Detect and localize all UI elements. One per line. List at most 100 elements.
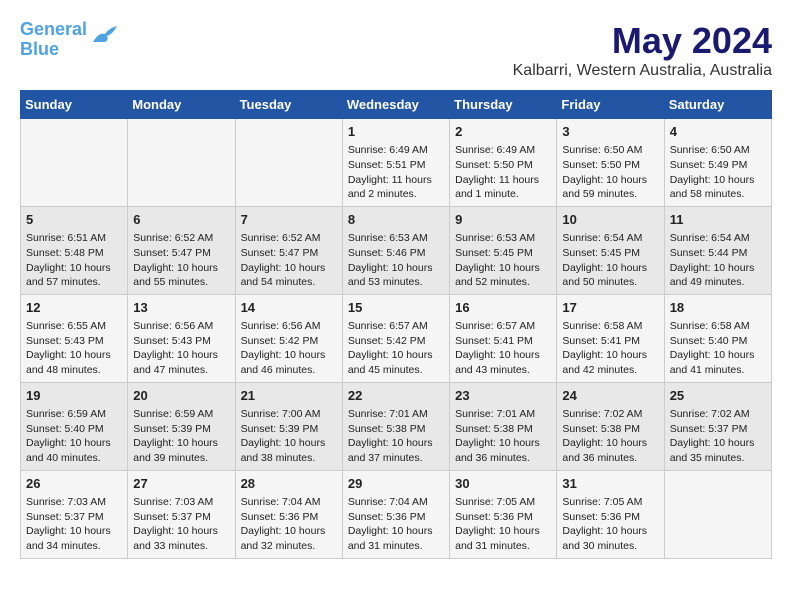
day-number: 22 <box>348 387 444 405</box>
day-number: 4 <box>670 123 766 141</box>
day-cell: 2 Sunrise: 6:49 AM Sunset: 5:50 PM Daylig… <box>450 119 557 207</box>
week-row-0: 1 Sunrise: 6:49 AM Sunset: 5:51 PM Daylig… <box>21 119 772 207</box>
page-header: General Blue May 2024 Kalbarri, Western … <box>20 20 772 80</box>
day-info: Sunrise: 6:56 AM Sunset: 5:43 PM Dayligh… <box>133 319 229 378</box>
day-number: 15 <box>348 299 444 317</box>
day-cell: 12Sunrise: 6:55 AM Sunset: 5:43 PM Dayli… <box>21 294 128 382</box>
day-cell: 19Sunrise: 6:59 AM Sunset: 5:40 PM Dayli… <box>21 382 128 470</box>
day-info: Sunrise: 6:50 AM Sunset: 5:50 PM Dayligh… <box>562 143 658 202</box>
day-number: 9 <box>455 211 551 229</box>
logo-text: General Blue <box>20 20 87 60</box>
day-cell: 13 Sunrise: 6:56 AM Sunset: 5:43 PM Dayli… <box>128 294 235 382</box>
logo-blue: Blue <box>20 39 59 59</box>
day-cell: 3 Sunrise: 6:50 AM Sunset: 5:50 PM Daylig… <box>557 119 664 207</box>
day-number: 7 <box>241 211 337 229</box>
day-info: Sunrise: 6:57 AM Sunset: 5:42 PM Dayligh… <box>348 319 444 378</box>
day-info: Sunrise: 6:51 AM Sunset: 5:48 PM Dayligh… <box>26 231 122 290</box>
day-cell: 30 Sunrise: 7:05 AM Sunset: 5:36 PM Dayli… <box>450 470 557 558</box>
day-info: Sunrise: 7:03 AM Sunset: 5:37 PM Dayligh… <box>26 495 122 554</box>
day-info: Sunrise: 6:52 AM Sunset: 5:47 PM Dayligh… <box>133 231 229 290</box>
day-cell: 24Sunrise: 7:02 AM Sunset: 5:38 PM Dayli… <box>557 382 664 470</box>
day-number: 6 <box>133 211 229 229</box>
header-cell-thursday: Thursday <box>450 91 557 119</box>
day-info: Sunrise: 7:02 AM Sunset: 5:37 PM Dayligh… <box>670 407 766 466</box>
day-number: 17 <box>562 299 658 317</box>
day-cell: 20Sunrise: 6:59 AM Sunset: 5:39 PM Dayli… <box>128 382 235 470</box>
day-number: 13 <box>133 299 229 317</box>
day-number: 30 <box>455 475 551 493</box>
day-number: 27 <box>133 475 229 493</box>
day-number: 16 <box>455 299 551 317</box>
day-number: 23 <box>455 387 551 405</box>
day-info: Sunrise: 7:05 AM Sunset: 5:36 PM Dayligh… <box>455 495 551 554</box>
logo-general: General <box>20 19 87 39</box>
day-info: Sunrise: 6:49 AM Sunset: 5:51 PM Dayligh… <box>348 143 444 202</box>
day-info: Sunrise: 7:04 AM Sunset: 5:36 PM Dayligh… <box>348 495 444 554</box>
day-info: Sunrise: 6:59 AM Sunset: 5:40 PM Dayligh… <box>26 407 122 466</box>
day-cell: 21 Sunrise: 7:00 AM Sunset: 5:39 PM Dayli… <box>235 382 342 470</box>
day-cell: 7 Sunrise: 6:52 AM Sunset: 5:47 PM Daylig… <box>235 206 342 294</box>
day-number: 2 <box>455 123 551 141</box>
header-cell-tuesday: Tuesday <box>235 91 342 119</box>
day-number: 31 <box>562 475 658 493</box>
day-cell: 29 Sunrise: 7:04 AM Sunset: 5:36 PM Dayli… <box>342 470 449 558</box>
header-row: SundayMondayTuesdayWednesdayThursdayFrid… <box>21 91 772 119</box>
day-number: 3 <box>562 123 658 141</box>
day-number: 18 <box>670 299 766 317</box>
day-info: Sunrise: 7:03 AM Sunset: 5:37 PM Dayligh… <box>133 495 229 554</box>
main-title: May 2024 <box>513 20 772 62</box>
week-row-1: 5 Sunrise: 6:51 AM Sunset: 5:48 PM Daylig… <box>21 206 772 294</box>
day-info: Sunrise: 6:58 AM Sunset: 5:40 PM Dayligh… <box>670 319 766 378</box>
day-info: Sunrise: 6:50 AM Sunset: 5:49 PM Dayligh… <box>670 143 766 202</box>
day-cell: 9 Sunrise: 6:53 AM Sunset: 5:45 PM Daylig… <box>450 206 557 294</box>
day-cell: 4 Sunrise: 6:50 AM Sunset: 5:49 PM Daylig… <box>664 119 771 207</box>
day-number: 1 <box>348 123 444 141</box>
day-cell: 16Sunrise: 6:57 AM Sunset: 5:41 PM Dayli… <box>450 294 557 382</box>
day-number: 25 <box>670 387 766 405</box>
day-number: 12 <box>26 299 122 317</box>
day-number: 11 <box>670 211 766 229</box>
header-cell-sunday: Sunday <box>21 91 128 119</box>
day-info: Sunrise: 7:00 AM Sunset: 5:39 PM Dayligh… <box>241 407 337 466</box>
day-cell: 27 Sunrise: 7:03 AM Sunset: 5:37 PM Dayli… <box>128 470 235 558</box>
day-cell: 15 Sunrise: 6:57 AM Sunset: 5:42 PM Dayli… <box>342 294 449 382</box>
day-cell: 11 Sunrise: 6:54 AM Sunset: 5:44 PM Dayli… <box>664 206 771 294</box>
day-info: Sunrise: 6:53 AM Sunset: 5:46 PM Dayligh… <box>348 231 444 290</box>
day-cell: 17 Sunrise: 6:58 AM Sunset: 5:41 PM Dayli… <box>557 294 664 382</box>
day-info: Sunrise: 7:01 AM Sunset: 5:38 PM Dayligh… <box>348 407 444 466</box>
day-info: Sunrise: 6:56 AM Sunset: 5:42 PM Dayligh… <box>241 319 337 378</box>
day-number: 21 <box>241 387 337 405</box>
day-number: 8 <box>348 211 444 229</box>
title-block: May 2024 Kalbarri, Western Australia, Au… <box>513 20 772 80</box>
day-number: 5 <box>26 211 122 229</box>
day-cell: 23 Sunrise: 7:01 AM Sunset: 5:38 PM Dayli… <box>450 382 557 470</box>
logo: General Blue <box>20 20 119 60</box>
calendar-table: SundayMondayTuesdayWednesdayThursdayFrid… <box>20 90 772 559</box>
day-info: Sunrise: 7:05 AM Sunset: 5:36 PM Dayligh… <box>562 495 658 554</box>
day-info: Sunrise: 6:49 AM Sunset: 5:50 PM Dayligh… <box>455 143 551 202</box>
day-cell: 18 Sunrise: 6:58 AM Sunset: 5:40 PM Dayli… <box>664 294 771 382</box>
day-number: 29 <box>348 475 444 493</box>
day-cell: 26 Sunrise: 7:03 AM Sunset: 5:37 PM Dayli… <box>21 470 128 558</box>
calendar-body: 1 Sunrise: 6:49 AM Sunset: 5:51 PM Daylig… <box>21 119 772 559</box>
day-info: Sunrise: 6:52 AM Sunset: 5:47 PM Dayligh… <box>241 231 337 290</box>
day-info: Sunrise: 6:53 AM Sunset: 5:45 PM Dayligh… <box>455 231 551 290</box>
day-cell: 31 Sunrise: 7:05 AM Sunset: 5:36 PM Dayli… <box>557 470 664 558</box>
day-info: Sunrise: 6:58 AM Sunset: 5:41 PM Dayligh… <box>562 319 658 378</box>
day-info: Sunrise: 7:01 AM Sunset: 5:38 PM Dayligh… <box>455 407 551 466</box>
day-info: Sunrise: 7:02 AM Sunset: 5:38 PM Dayligh… <box>562 407 658 466</box>
day-cell: 10 Sunrise: 6:54 AM Sunset: 5:45 PM Dayli… <box>557 206 664 294</box>
day-info: Sunrise: 6:54 AM Sunset: 5:45 PM Dayligh… <box>562 231 658 290</box>
day-cell: 22 Sunrise: 7:01 AM Sunset: 5:38 PM Dayli… <box>342 382 449 470</box>
header-cell-saturday: Saturday <box>664 91 771 119</box>
header-cell-friday: Friday <box>557 91 664 119</box>
calendar-header: SundayMondayTuesdayWednesdayThursdayFrid… <box>21 91 772 119</box>
day-cell: 14Sunrise: 6:56 AM Sunset: 5:42 PM Dayli… <box>235 294 342 382</box>
day-number: 26 <box>26 475 122 493</box>
day-cell <box>21 119 128 207</box>
day-number: 10 <box>562 211 658 229</box>
day-cell <box>235 119 342 207</box>
day-cell: 6 Sunrise: 6:52 AM Sunset: 5:47 PM Daylig… <box>128 206 235 294</box>
week-row-4: 26 Sunrise: 7:03 AM Sunset: 5:37 PM Dayli… <box>21 470 772 558</box>
day-info: Sunrise: 6:54 AM Sunset: 5:44 PM Dayligh… <box>670 231 766 290</box>
